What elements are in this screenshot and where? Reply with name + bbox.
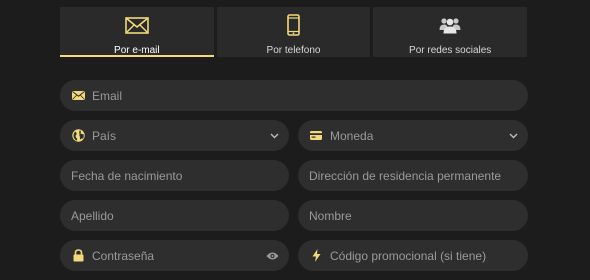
surname-placeholder: Apellido	[71, 208, 114, 223]
tab-email-label: Por e-mail	[114, 45, 160, 56]
registration-form: Por e-mail Por telefono Por redes social…	[0, 0, 590, 280]
tab-phone[interactable]: Por telefono	[216, 7, 371, 57]
lock-icon	[71, 249, 85, 263]
surname-field[interactable]: Apellido	[60, 200, 289, 231]
name-placeholder: Nombre	[309, 208, 352, 223]
email-placeholder: Email	[92, 88, 123, 103]
promo-code-field[interactable]: Código promocional (si tiene)	[298, 240, 528, 271]
chevron-down-icon	[509, 133, 518, 139]
envelope-icon	[71, 89, 85, 103]
envelope-icon	[125, 14, 149, 36]
eye-icon[interactable]	[266, 251, 279, 260]
tab-email[interactable]: Por e-mail	[60, 7, 214, 57]
password-placeholder: Contraseña	[92, 248, 155, 263]
email-field[interactable]: Email	[60, 80, 528, 111]
registration-method-tabs: Por e-mail Por telefono Por redes social…	[60, 7, 528, 57]
password-field[interactable]: Contraseña	[60, 240, 289, 271]
card-icon	[309, 129, 323, 143]
lightning-icon	[309, 249, 323, 263]
name-field[interactable]: Nombre	[298, 200, 528, 231]
address-placeholder: Dirección de residencia permanente	[309, 168, 502, 183]
address-field[interactable]: Dirección de residencia permanente	[298, 160, 528, 191]
users-icon	[439, 14, 461, 36]
tab-social-label: Por redes sociales	[409, 45, 492, 56]
promo-code-placeholder: Código promocional (si tiene)	[330, 248, 487, 263]
phone-icon	[287, 14, 300, 36]
chevron-down-icon	[270, 133, 279, 139]
currency-select[interactable]: Moneda	[298, 120, 528, 151]
birthdate-field[interactable]: Fecha de nacimiento	[60, 160, 289, 191]
globe-icon	[71, 129, 85, 143]
currency-placeholder: Moneda	[330, 128, 374, 143]
tab-phone-label: Por telefono	[266, 45, 321, 56]
country-placeholder: País	[92, 128, 117, 143]
country-select[interactable]: País	[60, 120, 289, 151]
tab-social[interactable]: Por redes sociales	[373, 7, 528, 57]
birthdate-placeholder: Fecha de nacimiento	[71, 168, 183, 183]
